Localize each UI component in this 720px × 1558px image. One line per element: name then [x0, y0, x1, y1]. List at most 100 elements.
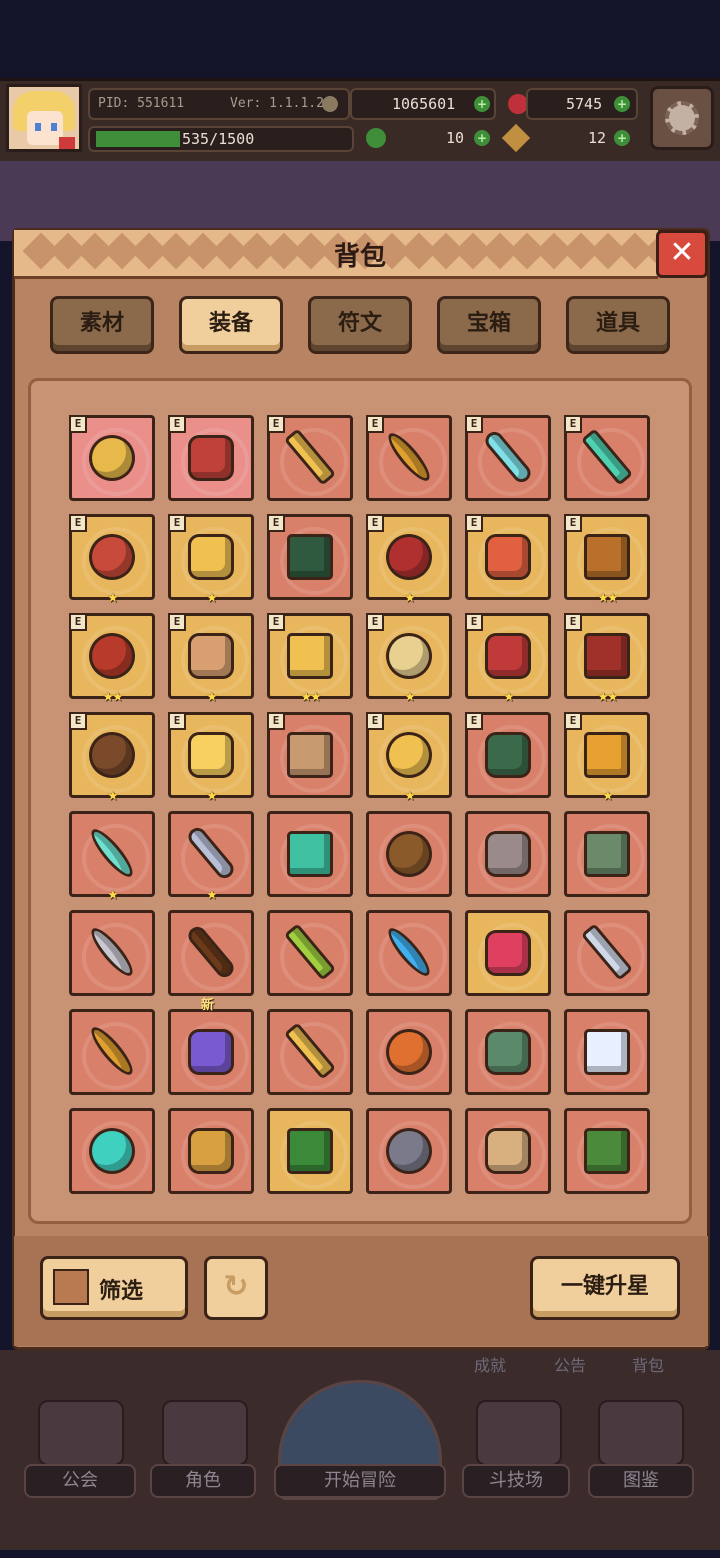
nav-guild[interactable]: 公会: [24, 1464, 136, 1498]
item-slot[interactable]: E ★: [168, 613, 254, 705]
exp-value: 535/1500: [182, 130, 255, 148]
gem-icon: [508, 94, 528, 114]
equipped-badge: E: [564, 613, 582, 631]
upgrade-all-button[interactable]: 一键升星: [530, 1256, 680, 1320]
item-slot[interactable]: E: [267, 712, 353, 798]
close-button[interactable]: ✕: [656, 230, 708, 278]
equipped-badge: E: [69, 613, 87, 631]
item-slot[interactable]: [267, 910, 353, 996]
item-slot[interactable]: [465, 811, 551, 897]
clover-icon: [366, 128, 386, 148]
item-slot[interactable]: [168, 910, 254, 996]
equipped-badge: E: [564, 415, 582, 433]
equipped-badge: E: [465, 415, 483, 433]
add-gold-button[interactable]: +: [474, 96, 490, 112]
stone-tablet-icon: [587, 834, 627, 874]
item-slot[interactable]: ★: [168, 811, 254, 903]
item-slot[interactable]: [564, 1009, 650, 1095]
item-slot[interactable]: E ★★: [564, 514, 650, 606]
item-slot[interactable]: E: [465, 712, 551, 798]
refresh-icon: ↻: [223, 1269, 249, 1304]
red-helmet-icon: [191, 438, 231, 478]
nav-arena[interactable]: 斗技场: [462, 1464, 570, 1498]
item-slot[interactable]: E ★: [366, 514, 452, 606]
item-slot[interactable]: [267, 1009, 353, 1095]
item-slot[interactable]: [465, 910, 551, 996]
exp-fill: [96, 131, 180, 147]
item-slot[interactable]: [564, 811, 650, 897]
spiked-ring-icon: [191, 636, 231, 676]
item-slot[interactable]: E: [465, 415, 551, 501]
item-slot[interactable]: [267, 1108, 353, 1194]
item-slot[interactable]: [366, 910, 452, 996]
shell-icon: [290, 735, 330, 775]
green-hood-icon: [290, 537, 330, 577]
purple-crossbow-icon: [191, 1032, 231, 1072]
item-slot[interactable]: [366, 811, 452, 897]
item-slot[interactable]: E: [267, 514, 353, 600]
equipped-badge: E: [465, 514, 483, 532]
tab-equipment[interactable]: 装备: [179, 296, 283, 354]
item-slot[interactable]: E ★★: [564, 613, 650, 705]
item-slot[interactable]: [168, 1108, 254, 1194]
item-slot[interactable]: E: [465, 514, 551, 600]
item-slot[interactable]: [465, 1009, 551, 1095]
item-slot[interactable]: [366, 1108, 452, 1194]
sun-amulet-icon: [92, 537, 132, 577]
item-slot[interactable]: [564, 1108, 650, 1194]
coin-icon: [322, 96, 338, 112]
tab-chests[interactable]: 宝箱: [437, 296, 541, 354]
filter-button[interactable]: 筛选: [40, 1256, 188, 1320]
swords-icon: [476, 1400, 562, 1466]
settings-button[interactable]: [650, 86, 714, 150]
tab-achievements[interactable]: 成就: [474, 1352, 506, 1376]
item-slot[interactable]: E ★: [564, 712, 650, 804]
tab-props[interactable]: 道具: [566, 296, 670, 354]
equipped-badge: E: [366, 613, 384, 631]
equipped-badge: E: [168, 415, 186, 433]
player-avatar[interactable]: [6, 84, 82, 152]
item-slot[interactable]: [69, 1108, 155, 1194]
nav-character[interactable]: 角色: [150, 1464, 256, 1498]
item-slot[interactable]: [564, 910, 650, 996]
item-slot[interactable]: [69, 1009, 155, 1095]
item-grid: E E E E E E E ★ E ★ E E ★ E E ★★ E ★★ E ★ E ★★ E ★ E ★ E ★★ E ★ E ★ E E ★ E…: [28, 378, 692, 1224]
item-slot[interactable]: 新: [168, 998, 254, 1095]
tab-materials[interactable]: 素材: [50, 296, 154, 354]
nav-codex[interactable]: 图鉴: [588, 1464, 694, 1498]
item-slot[interactable]: E ★: [168, 514, 254, 606]
heart-necklace-icon: [488, 735, 528, 775]
item-slot[interactable]: E ★: [69, 712, 155, 804]
tab-runes[interactable]: 符文: [308, 296, 412, 354]
item-slot[interactable]: E: [69, 415, 155, 501]
item-slot[interactable]: E ★: [69, 514, 155, 606]
add-gem-button[interactable]: +: [614, 96, 630, 112]
tab-backpack[interactable]: 背包: [632, 1352, 664, 1376]
item-slot[interactable]: [267, 811, 353, 897]
item-slot[interactable]: E ★: [366, 613, 452, 705]
item-slot[interactable]: [69, 910, 155, 996]
teal-orb-icon: [92, 1131, 132, 1171]
refresh-button[interactable]: ↻: [204, 1256, 268, 1320]
nav-start-adventure[interactable]: 开始冒险: [274, 1464, 446, 1498]
item-slot[interactable]: E: [267, 415, 353, 501]
item-slot[interactable]: [366, 1009, 452, 1095]
item-slot[interactable]: E: [564, 415, 650, 501]
item-slot[interactable]: E ★: [465, 613, 551, 705]
item-slot[interactable]: E: [168, 415, 254, 501]
star-rating: ★★: [102, 690, 123, 705]
star-rating: ★: [404, 591, 416, 606]
add-key-button[interactable]: +: [614, 130, 630, 146]
item-slot[interactable]: [465, 1108, 551, 1194]
item-slot[interactable]: E: [366, 415, 452, 501]
item-slot[interactable]: E ★★: [267, 613, 353, 705]
tab-announcements[interactable]: 公告: [554, 1352, 586, 1376]
item-slot[interactable]: E ★★: [69, 613, 155, 705]
item-slot[interactable]: E ★: [366, 712, 452, 804]
item-slot[interactable]: E ★: [168, 712, 254, 804]
royal-robe-icon: [389, 537, 429, 577]
equipped-badge: E: [366, 514, 384, 532]
add-clover-button[interactable]: +: [474, 130, 490, 146]
item-slot[interactable]: ★: [69, 811, 155, 903]
equipped-badge: E: [465, 613, 483, 631]
